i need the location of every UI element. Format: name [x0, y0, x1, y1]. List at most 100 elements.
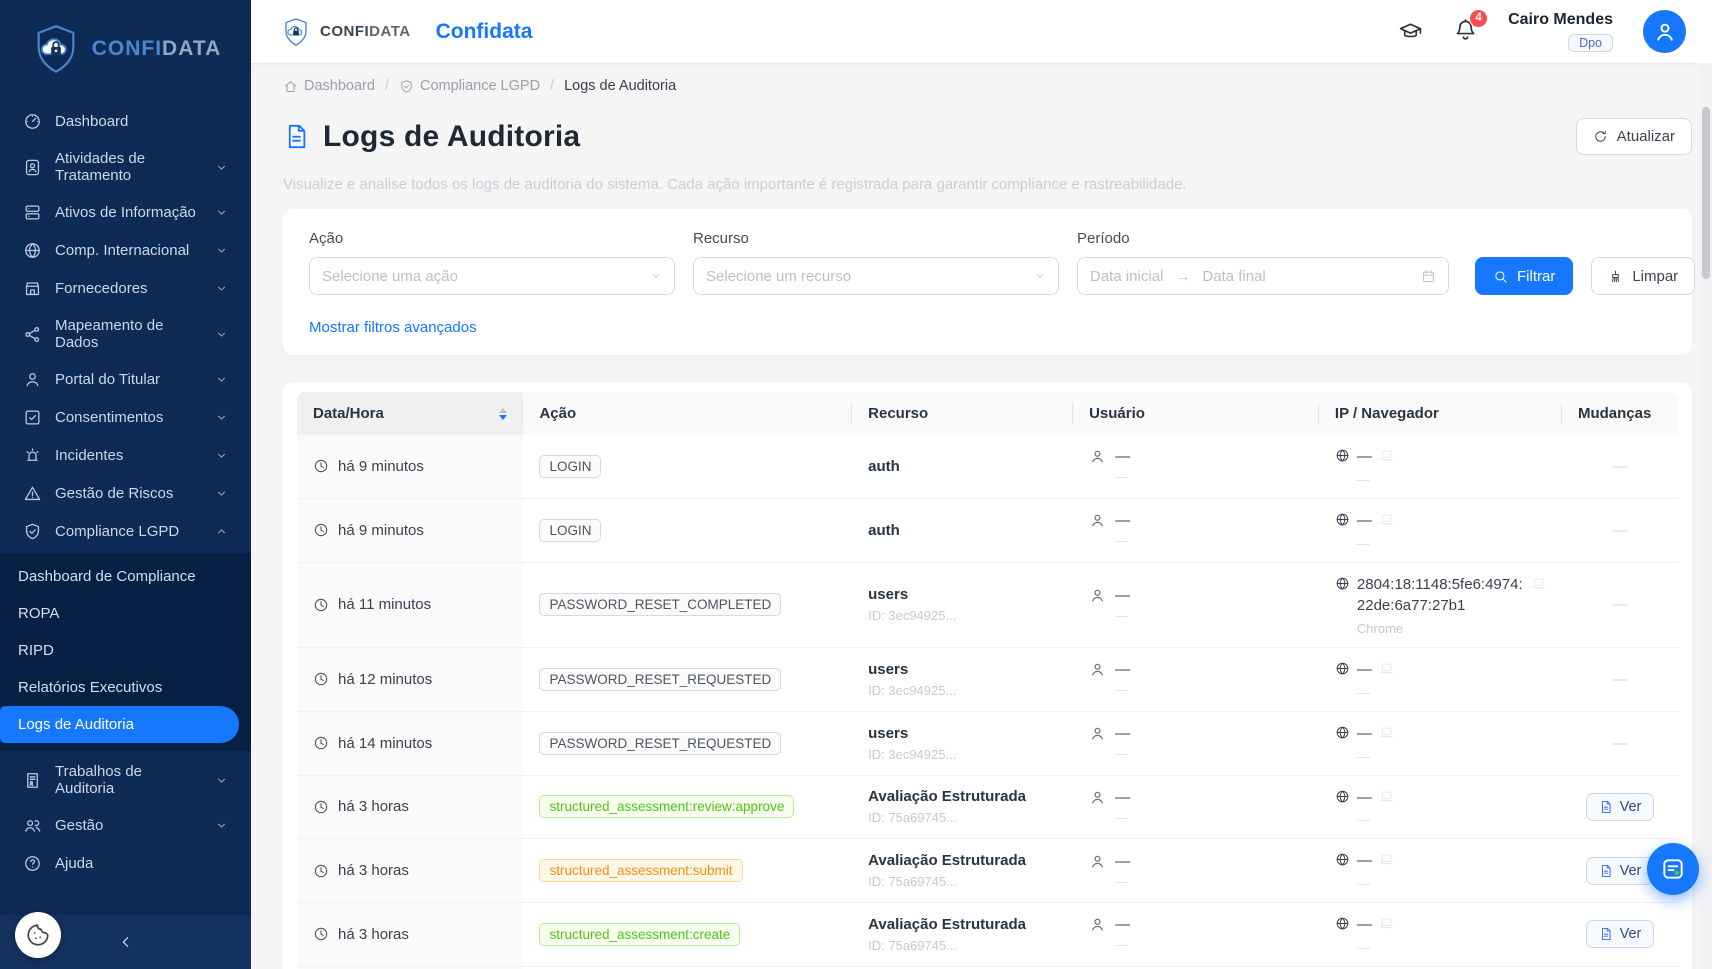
sidebar-subitem[interactable]: ROPA	[0, 595, 251, 632]
breadcrumb: Dashboard / Compliance LGPD / Logs de Au…	[283, 63, 1692, 94]
cell-datetime: há 3 horas	[297, 903, 523, 967]
sidebar-item[interactable]: Ativos de Informação	[10, 194, 241, 231]
clock-icon	[313, 926, 329, 942]
sidebar-item[interactable]: Consentimentos	[10, 399, 241, 436]
cell-datetime: há 11 minutos	[297, 562, 523, 648]
filter-period-group: Período Data inicial → Data final	[1077, 230, 1449, 295]
sidebar-item[interactable]: Dashboard	[10, 103, 241, 140]
sidebar-item[interactable]: Portal do Titular	[10, 361, 241, 398]
clear-button[interactable]: Limpar	[1591, 257, 1695, 295]
sidebar-subitem[interactable]: Logs de Auditoria	[0, 706, 239, 743]
sidebar-item[interactable]: Incidentes	[10, 437, 241, 474]
graduation-cap-icon[interactable]	[1398, 19, 1423, 44]
column-header-datetime[interactable]: Data/Hora	[297, 392, 523, 435]
column-header-resource[interactable]: Recurso	[852, 392, 1073, 435]
action-filter-label: Ação	[309, 230, 675, 247]
view-changes-button[interactable]: Ver	[1586, 857, 1655, 885]
check-square-icon	[23, 408, 42, 427]
advanced-filters-link[interactable]: Mostrar filtros avançados	[309, 319, 477, 336]
cell-user: ——	[1073, 711, 1319, 775]
breadcrumb-compliance-lgpd[interactable]: Compliance LGPD	[399, 78, 540, 94]
user-icon	[1089, 587, 1106, 604]
chevron-down-icon	[215, 819, 228, 832]
cell-user: ——	[1073, 648, 1319, 712]
header-brand[interactable]: CONFIDATA Confidata	[281, 17, 532, 47]
cell-resource: Avaliação EstruturadaID: 75a69745...	[852, 839, 1073, 903]
sidebar-item[interactable]: Mapeamento de Dados	[10, 308, 241, 360]
cell-changes: Ver	[1562, 775, 1678, 839]
date-range-picker[interactable]: Data inicial → Data final	[1077, 257, 1449, 295]
table-row: há 3 horasstructured_assessment:submitAv…	[297, 839, 1678, 903]
column-header-action[interactable]: Ação	[523, 392, 852, 435]
resource-select[interactable]: Selecione um recurso	[693, 257, 1059, 295]
notifications-button[interactable]: 4	[1453, 17, 1478, 47]
sidebar-item[interactable]: Atividades de Tratamento	[10, 141, 241, 193]
audit-file-icon	[23, 771, 42, 790]
user-icon	[1089, 512, 1106, 529]
user-icon	[23, 370, 42, 389]
chevron-down-icon	[215, 774, 228, 787]
cell-action: structured_assessment:submit	[523, 839, 852, 903]
view-changes-button[interactable]: Ver	[1586, 793, 1655, 821]
action-tag: structured_assessment:review:approve	[539, 795, 794, 818]
action-tag: LOGIN	[539, 519, 601, 542]
resource-id: ID: 75a69745...	[868, 874, 1057, 889]
sidebar-subitem[interactable]: Dashboard de Compliance	[0, 558, 251, 595]
laptop-icon	[1379, 725, 1394, 740]
filter-button[interactable]: Filtrar	[1475, 257, 1573, 295]
chevron-down-icon	[215, 411, 228, 424]
refresh-button[interactable]: Atualizar	[1576, 118, 1692, 155]
sidebar-item[interactable]: Compliance LGPD	[10, 513, 241, 550]
sidebar-item[interactable]: Gestão de Riscos	[10, 475, 241, 512]
cell-datetime: há 9 minutos	[297, 435, 523, 498]
cell-ip-browser: ——	[1319, 435, 1562, 498]
resource-filter-label: Recurso	[693, 230, 1059, 247]
chevron-left-icon	[118, 934, 134, 950]
scrollbar-thumb[interactable]	[1702, 107, 1710, 279]
user-icon	[1089, 448, 1106, 465]
cell-resource: usersID: 3ec94925...	[852, 562, 1073, 648]
calendar-icon	[1421, 269, 1436, 284]
filter-action-group: Ação Selecione uma ação	[309, 230, 675, 295]
clock-icon	[313, 863, 329, 879]
column-header-changes[interactable]: Mudanças	[1562, 392, 1678, 435]
sidebar-item[interactable]: Comp. Internacional	[10, 232, 241, 269]
sidebar-item[interactable]: Gestão	[10, 807, 241, 844]
alarm-bell-icon	[23, 446, 42, 465]
clock-icon	[313, 799, 329, 815]
view-changes-button[interactable]: Ver	[1586, 920, 1655, 948]
breadcrumb-separator: /	[550, 78, 554, 94]
period-filter-label: Período	[1077, 230, 1449, 247]
chevron-up-icon	[215, 525, 228, 538]
reload-icon	[1593, 129, 1608, 144]
feedback-fab-button[interactable]	[1647, 843, 1699, 895]
filters-card: Ação Selecione uma ação Recurso Selecion…	[283, 209, 1692, 355]
sidebar-item[interactable]: Trabalhos de Auditoria	[10, 754, 241, 806]
table-row: há 12 minutosPASSWORD_RESET_REQUESTEDuse…	[297, 648, 1678, 712]
dashboard-icon	[23, 112, 42, 131]
column-header-ip-browser[interactable]: IP / Navegador	[1319, 392, 1562, 435]
sidebar-subitem[interactable]: RIPD	[0, 632, 251, 669]
sidebar-item[interactable]: Ajuda	[10, 845, 241, 882]
laptop-icon	[1379, 661, 1394, 676]
sidebar-item-label: Ajuda	[55, 855, 93, 872]
breadcrumb-dashboard[interactable]: Dashboard	[283, 78, 375, 94]
user-icon	[1089, 916, 1106, 933]
clock-icon	[313, 597, 329, 613]
clear-icon	[1608, 269, 1623, 284]
warning-triangle-icon	[23, 484, 42, 503]
sidebar-subitem[interactable]: Relatórios Executivos	[0, 669, 251, 706]
chevron-down-icon	[215, 373, 228, 386]
scrollbar-track[interactable]	[1700, 63, 1712, 969]
sidebar-item-label: Atividades de Tratamento	[55, 150, 202, 184]
app-root: CONFIDATA DashboardAtividades de Tratame…	[0, 0, 1712, 969]
user-menu[interactable]: Cairo Mendes Dpo	[1508, 11, 1613, 52]
action-select[interactable]: Selecione uma ação	[309, 257, 675, 295]
header-brand-name: Confidata	[436, 20, 533, 44]
sidebar-item-label: Consentimentos	[55, 409, 163, 426]
cookie-settings-button[interactable]	[15, 912, 61, 958]
sidebar-item[interactable]: Fornecedores	[10, 270, 241, 307]
column-header-user[interactable]: Usuário	[1073, 392, 1319, 435]
sidebar-item-label: Gestão	[55, 817, 103, 834]
avatar[interactable]	[1643, 10, 1686, 53]
